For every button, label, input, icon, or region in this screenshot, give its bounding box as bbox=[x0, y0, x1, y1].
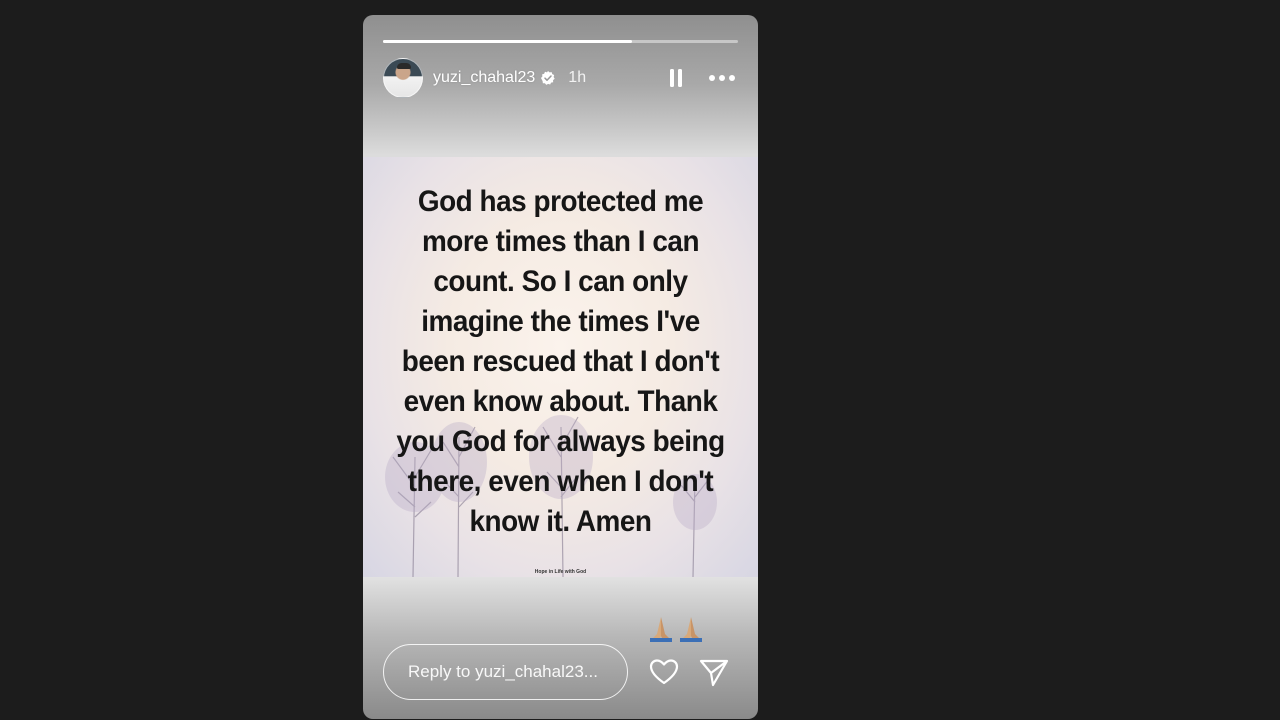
verified-badge-icon bbox=[541, 71, 555, 85]
pause-button[interactable] bbox=[660, 62, 692, 94]
more-options-button[interactable] bbox=[706, 62, 738, 94]
quote-line: there, even when I don't bbox=[407, 465, 714, 498]
username-link[interactable]: yuzi_chahal23 bbox=[433, 69, 535, 87]
quote-line: God has protected me bbox=[417, 185, 704, 218]
story-footer bbox=[383, 644, 738, 700]
quote-line: imagine the times I've bbox=[421, 305, 700, 338]
send-icon[interactable] bbox=[698, 656, 730, 688]
story-viewer[interactable]: yuzi_chahal23 1h God has protected me mo… bbox=[363, 15, 758, 719]
reaction-emoji bbox=[647, 614, 707, 644]
story-progress-fill bbox=[383, 40, 632, 43]
praying-hands-icon bbox=[680, 617, 702, 642]
quote-text: God has protected me more times than I c… bbox=[386, 182, 735, 542]
avatar[interactable] bbox=[383, 58, 423, 98]
quote-line: even know about. Thank bbox=[403, 385, 718, 418]
praying-hands-icon bbox=[650, 617, 672, 642]
quote-line: been rescued that I don't bbox=[401, 345, 720, 378]
heart-icon[interactable] bbox=[648, 656, 680, 688]
post-time: 1h bbox=[568, 69, 587, 86]
quote-line: know it. Amen bbox=[469, 505, 652, 538]
reply-input[interactable] bbox=[383, 644, 628, 700]
pause-icon bbox=[670, 69, 682, 87]
story-header: yuzi_chahal23 1h bbox=[383, 58, 738, 98]
image-watermark: Hope in Life with God bbox=[534, 569, 587, 575]
quote-line: count. So I can only bbox=[433, 265, 688, 298]
quote-line: more times than I can bbox=[421, 225, 700, 258]
quote-line: you God for always being bbox=[396, 425, 725, 458]
more-horizontal-icon bbox=[709, 75, 735, 81]
story-image: God has protected me more times than I c… bbox=[363, 157, 758, 577]
story-progress-bar bbox=[383, 40, 738, 43]
